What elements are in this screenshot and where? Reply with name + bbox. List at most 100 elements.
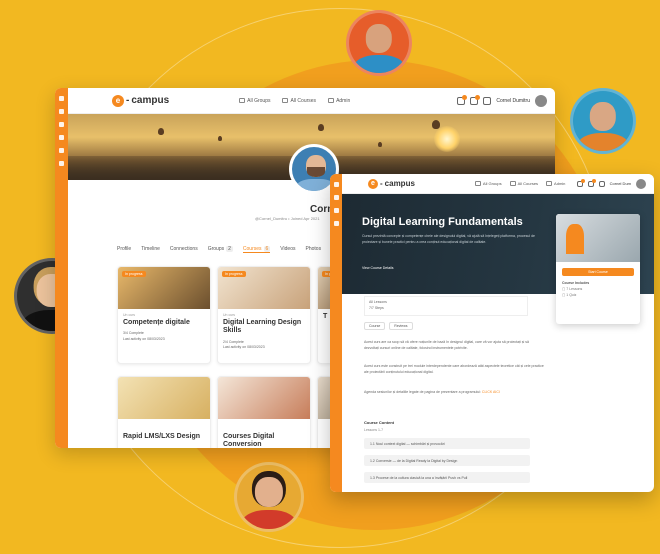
course-card[interactable]: Courses Digital Conversion [217,376,311,448]
logo-text: campus [131,95,170,106]
course-paragraph: Acest curs are ca scop să vă ofere noțiu… [364,340,529,350]
user-name[interactable]: Cornel Dum [610,181,631,186]
tab-courses[interactable]: Courses 6 [242,246,271,253]
messages-icon[interactable] [576,178,585,187]
avatar-man-glasses [346,10,412,76]
course-last-activity: Last activity on 08/03/2023 [123,336,165,341]
course-content-subtitle: Lessons 1-7 [364,428,384,432]
balloon [158,128,164,135]
courses-icon [282,98,289,103]
rail-icon[interactable] [333,195,339,200]
rail-icon[interactable] [333,182,339,187]
click-here-link[interactable]: CLICK AICI [482,390,500,394]
includes-item: ▢ 7 Lessons [562,287,583,291]
notifications-icon[interactable] [587,178,596,187]
course-title: Competențe digitale [123,319,190,326]
tab-groups[interactable]: Groups 2 [208,246,233,253]
notifications-icon[interactable] [470,94,481,105]
messages-icon[interactable] [457,94,468,105]
logo-text: campus [384,179,415,188]
tab-count: 2 [226,246,233,252]
rail-icon[interactable] [59,122,64,127]
view-course-details-link[interactable]: View Course Details [362,266,393,270]
tab-photos[interactable]: Photos [306,246,322,253]
nav-all-courses[interactable]: All Courses [282,98,316,104]
side-rail [55,88,68,448]
course-tabs: Course Reviews [364,322,413,330]
status-badge: In progress [222,271,246,277]
lesson-row[interactable]: 1.2 Conversie — de la Digital Ready la D… [364,455,530,466]
admin-icon [546,181,553,186]
course-paragraph: Acest curs este construit pe trei module… [364,364,544,374]
course-preview-image[interactable] [556,214,640,262]
user-avatar[interactable] [535,94,547,107]
steps-count: 7/7 Steps [369,305,384,310]
avatar-man-smiling [570,88,636,154]
top-nav: All Groups All Courses Admin [239,98,350,104]
courses-icon [509,181,516,186]
course-title: Courses Digital Conversion [223,433,275,448]
status-badge: In progress [122,271,146,277]
profile-tabs: Profile Timeline Connections Groups 2 Cou… [117,246,321,253]
user-name[interactable]: Cornel Dumitru [496,98,530,104]
rail-icon[interactable] [59,109,64,114]
admin-icon [328,98,335,103]
user-area: Cornel Dum [576,178,646,189]
course-card[interactable]: In progress Un curs Digital Learning Des… [217,266,311,364]
nav-all-courses[interactable]: All Courses [509,181,539,186]
nav-label: Admin [554,181,566,186]
logo-e-icon: e [368,178,378,189]
groups-icon [239,98,246,103]
rail-icon[interactable] [59,96,64,101]
avatar-woman-dark-hair [234,462,304,532]
logo[interactable]: e - campus [368,178,415,189]
nav-admin[interactable]: Admin [328,98,350,104]
tab-connections[interactable]: Connections [170,246,198,253]
sun [434,126,460,152]
course-includes-title: Course Includes [562,281,590,285]
tab-count: 6 [263,246,271,252]
nav-admin[interactable]: Admin [546,181,565,186]
user-avatar[interactable] [636,178,646,189]
nav-all-groups[interactable]: All Groups [239,98,270,104]
balloon [218,136,222,141]
rail-icon[interactable] [59,148,64,153]
course-card[interactable]: In progress Un curs Competențe digitale … [117,266,211,364]
rail-icon[interactable] [333,221,339,226]
rail-icon[interactable] [333,208,339,213]
course-last-activity: Last activity on 08/03/2023 [223,345,265,350]
course-card[interactable]: Rapid LMS/LXS Design [117,376,211,448]
tab-timeline[interactable]: Timeline [141,246,160,253]
tab-profile[interactable]: Profile [117,246,131,253]
course-window: e - campus All Groups All Courses Admin … [330,174,654,492]
enroll-card: Start Course Course Includes ▢ 7 Lessons… [556,214,640,324]
rail-icon[interactable] [59,161,64,166]
course-title: Digital Learning Fundamentals [362,216,523,228]
nav-label: All Courses [290,97,317,104]
cart-icon[interactable] [598,180,605,187]
includes-item: ▢ 1 Quiz [562,293,577,297]
nav-all-groups[interactable]: All Groups [474,181,502,186]
groups-icon [474,181,481,186]
course-category: Un curs [123,313,136,317]
lesson-row[interactable]: 1.3 Procese de la cultura clasică la una… [364,472,530,483]
profile-meta: @Cornel_Dumitru • Joined Apr 2021 [255,216,320,221]
cart-icon[interactable] [483,96,492,105]
nav-label: All Courses [517,181,539,186]
start-course-button[interactable]: Start Course [562,268,634,276]
course-title: Digital Learning Design Skills [223,319,302,335]
top-bar: e - campus All Groups All Courses Admin … [68,88,555,114]
tab-reviews[interactable]: Reviews [389,322,413,330]
balloon [378,142,382,147]
rail-icon[interactable] [59,135,64,140]
course-description: Cursul prezintă concepte și competențe c… [362,234,535,244]
tab-course[interactable]: Course [364,322,386,330]
lessons-summary: All Lessons 7/7 Steps [364,296,528,316]
course-paragraph: Agenda sesiunilor și detaliile legate de… [364,390,500,394]
nav-label: Admin [336,97,351,104]
tab-videos[interactable]: Videos [280,246,295,253]
logo[interactable]: e - campus [112,94,170,107]
nav-label: All Groups [482,181,502,186]
lesson-row[interactable]: 1.1 Noul context digital — schimbări și … [364,438,530,449]
course-category: Un curs [223,313,236,317]
